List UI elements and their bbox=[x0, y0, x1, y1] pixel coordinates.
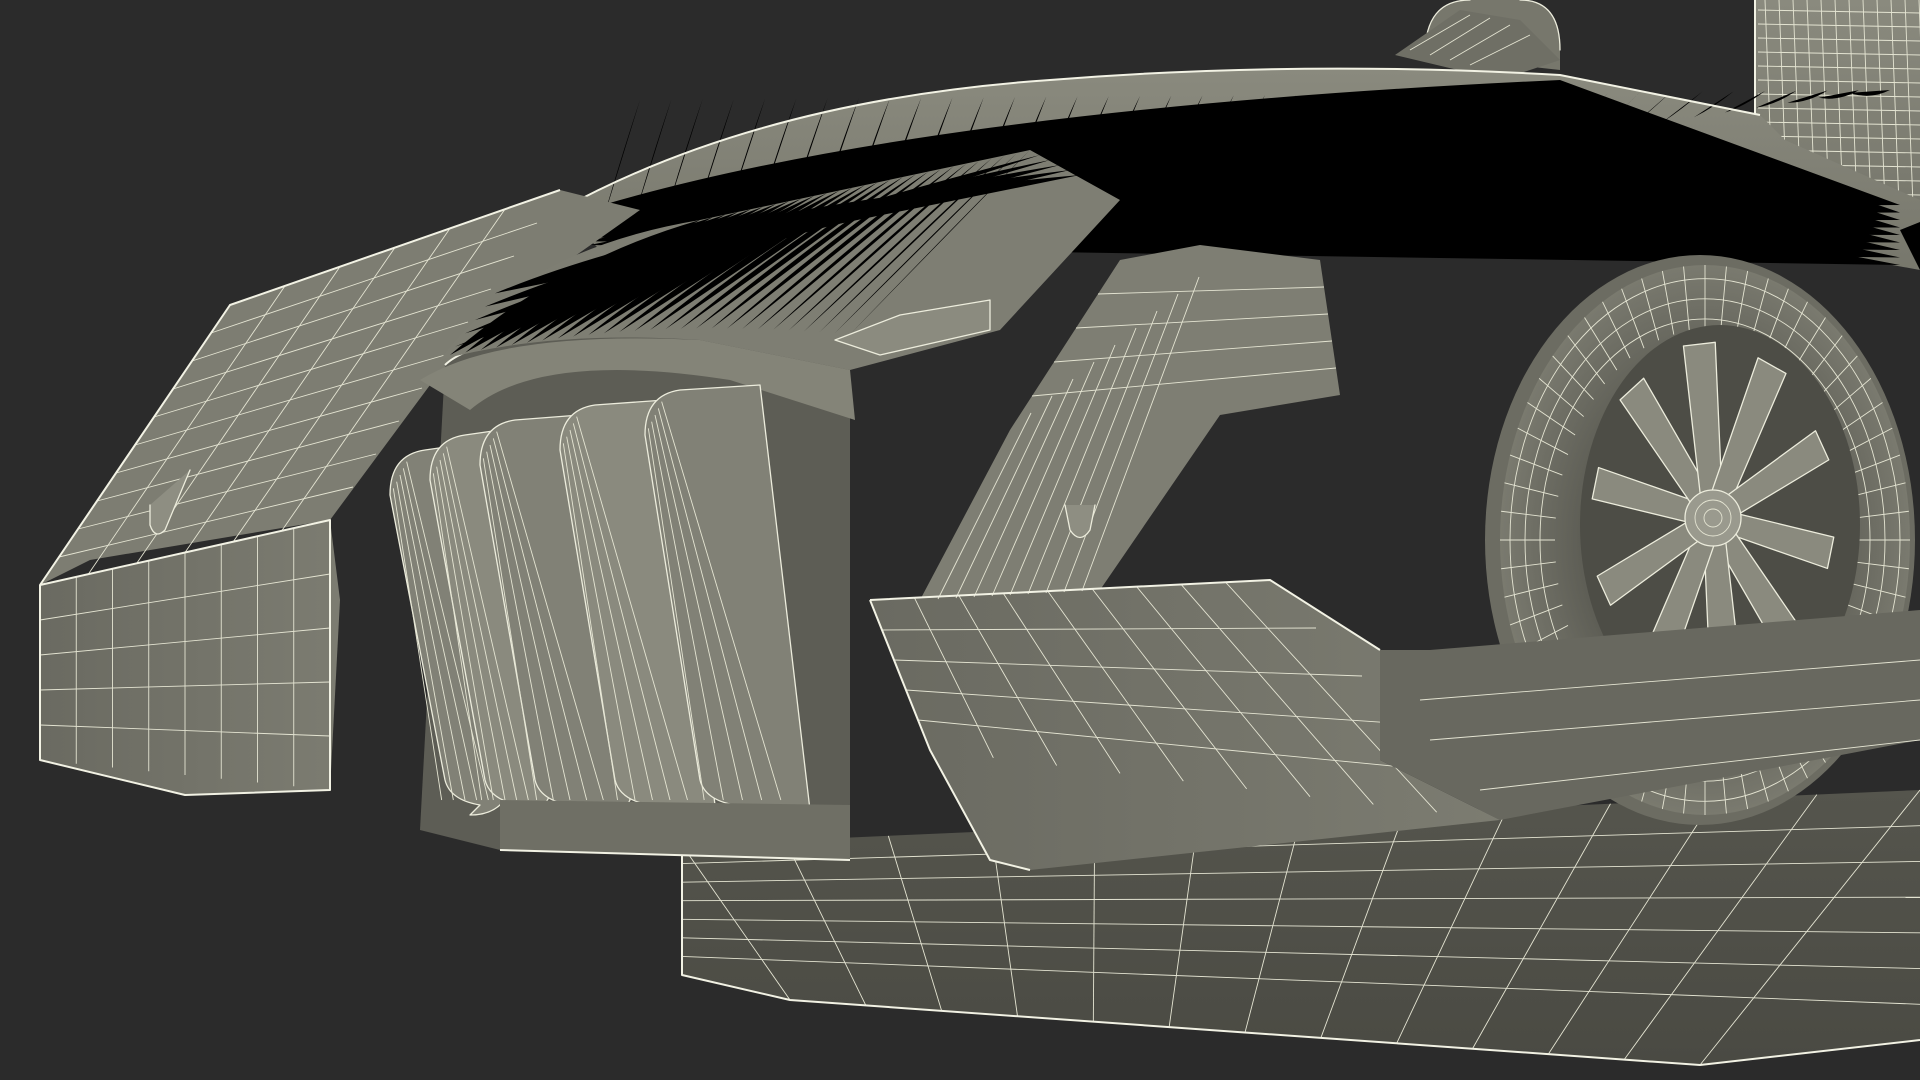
wireframe-scene bbox=[39, 0, 1920, 1066]
steering-wheel bbox=[1395, 0, 1561, 80]
front-intake bbox=[389, 300, 855, 861]
render-viewport bbox=[0, 0, 1920, 1080]
